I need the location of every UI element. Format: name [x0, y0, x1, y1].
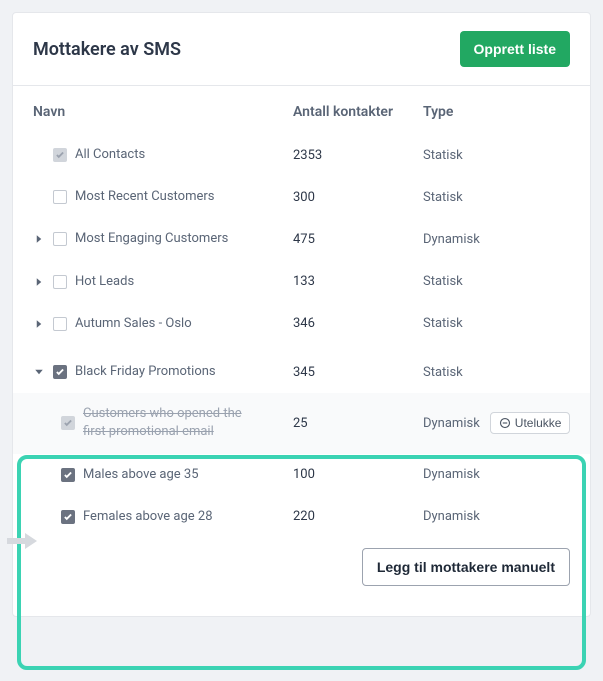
- table-footer: Legg til mottakere manuelt: [13, 538, 590, 602]
- contact-count: 300: [293, 190, 423, 205]
- table-row: Black Friday Promotions 345 Statisk: [13, 345, 590, 393]
- table-row: Males above age 35 100 Dynamisk: [13, 454, 590, 496]
- chevron-right-icon[interactable]: [33, 318, 45, 330]
- circle-minus-icon: [499, 417, 511, 429]
- table-row: All Contacts 2353 Statisk: [13, 134, 590, 176]
- list-name: Customers who opened the first promotion…: [83, 405, 253, 441]
- checkbox[interactable]: [61, 510, 75, 524]
- contact-count: 220: [293, 509, 423, 524]
- contact-count: 100: [293, 467, 423, 482]
- recipients-table: Navn Antall kontakter Type All Contacts …: [13, 86, 590, 616]
- checkbox[interactable]: [61, 416, 75, 430]
- checkbox[interactable]: [53, 365, 67, 379]
- chevron-right-icon[interactable]: [33, 233, 45, 245]
- list-name: Autumn Sales - Oslo: [75, 315, 192, 333]
- list-type: Dynamisk: [423, 509, 570, 524]
- list-type: Statisk: [423, 316, 570, 331]
- list-name: Males above age 35: [83, 466, 199, 484]
- list-type: Statisk: [423, 365, 570, 380]
- checkbox[interactable]: [53, 275, 67, 289]
- card-header: Mottakere av SMS Opprett liste: [13, 13, 590, 86]
- list-name: Most Recent Customers: [75, 188, 215, 206]
- table-row: Hot Leads 133 Statisk: [13, 261, 590, 303]
- contact-count: 475: [293, 232, 423, 247]
- add-recipients-manual-button[interactable]: Legg til mottakere manuelt: [362, 548, 570, 586]
- table-row: Most Recent Customers 300 Statisk: [13, 176, 590, 218]
- list-type: Dynamisk: [423, 232, 570, 247]
- checkbox[interactable]: [53, 232, 67, 246]
- list-name: Hot Leads: [75, 273, 134, 291]
- list-type: Dynamisk: [423, 416, 480, 431]
- table-header: Navn Antall kontakter Type: [13, 86, 590, 134]
- contact-count: 346: [293, 316, 423, 331]
- list-name: Black Friday Promotions: [75, 363, 216, 381]
- list-name: All Contacts: [75, 146, 145, 164]
- exclude-button[interactable]: Utelukke: [490, 412, 571, 434]
- checkbox[interactable]: [53, 148, 67, 162]
- checkbox[interactable]: [53, 317, 67, 331]
- table-row: Females above age 28 220 Dynamisk: [13, 496, 590, 538]
- arrow-right-icon: [7, 531, 37, 551]
- chevron-down-icon[interactable]: [33, 366, 45, 378]
- list-type: Dynamisk: [423, 467, 570, 482]
- contact-count: 2353: [293, 148, 423, 163]
- contact-count: 345: [293, 365, 423, 380]
- column-contacts: Antall kontakter: [293, 104, 423, 120]
- list-type: Statisk: [423, 190, 570, 205]
- list-name: Most Engaging Customers: [75, 230, 228, 248]
- sms-recipients-card: Mottakere av SMS Opprett liste Navn Anta…: [12, 12, 591, 617]
- create-list-button[interactable]: Opprett liste: [460, 31, 570, 67]
- column-type: Type: [423, 104, 570, 120]
- list-type: Statisk: [423, 148, 570, 163]
- list-type: Statisk: [423, 274, 570, 289]
- contact-count: 25: [293, 416, 423, 431]
- checkbox[interactable]: [61, 468, 75, 482]
- checkbox[interactable]: [53, 190, 67, 204]
- table-row: Customers who opened the first promotion…: [13, 393, 590, 453]
- chevron-right-icon[interactable]: [33, 276, 45, 288]
- column-name: Navn: [33, 104, 293, 120]
- table-row: Autumn Sales - Oslo 346 Statisk: [13, 303, 590, 345]
- table-row: Most Engaging Customers 475 Dynamisk: [13, 218, 590, 260]
- list-name: Females above age 28: [83, 508, 213, 526]
- card-title: Mottakere av SMS: [33, 39, 181, 60]
- contact-count: 133: [293, 274, 423, 289]
